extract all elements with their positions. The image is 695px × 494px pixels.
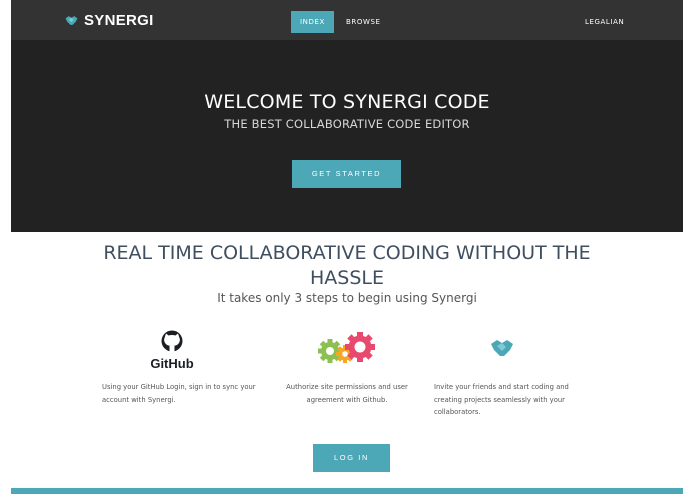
top-nav: SYNERGI INDEX BROWSE LEGALIAN bbox=[11, 0, 683, 40]
nav-item-browse[interactable]: BROWSE bbox=[346, 11, 381, 33]
footer-accent-bar bbox=[11, 488, 683, 494]
hero-subtitle: THE BEST COLLABORATIVE CODE EDITOR bbox=[224, 117, 470, 131]
feature-step-2-text: Authorize site permissions and user agre… bbox=[286, 383, 408, 404]
features-title: REAL TIME COLLABORATIVE CODING WITHOUT T… bbox=[103, 242, 591, 289]
github-wordmark: GitHub bbox=[150, 356, 193, 371]
get-started-button[interactable]: GET STARTED bbox=[292, 160, 401, 188]
gears-icon bbox=[316, 331, 378, 367]
feature-step-3-text: Invite your friends and start coding and… bbox=[434, 383, 569, 416]
brand[interactable]: SYNERGI bbox=[65, 10, 154, 30]
nav-item-index[interactable]: INDEX bbox=[291, 11, 334, 33]
handshake-icon bbox=[490, 338, 514, 358]
hero: WELCOME TO SYNERGI CODE THE BEST COLLABO… bbox=[11, 40, 683, 232]
log-in-button[interactable]: LOG IN bbox=[313, 444, 390, 472]
nav-user-menu[interactable]: LEGALIAN bbox=[585, 11, 624, 33]
hero-title: WELCOME TO SYNERGI CODE bbox=[204, 91, 490, 113]
github-icon: GitHub bbox=[149, 329, 195, 371]
brand-name: SYNERGI bbox=[84, 11, 154, 29]
features-subtitle: It takes only 3 steps to begin using Syn… bbox=[217, 291, 477, 305]
page: SYNERGI INDEX BROWSE LEGALIAN WELCOME TO… bbox=[11, 0, 683, 494]
feature-step-1-text: Using your GitHub Login, sign in to sync… bbox=[102, 383, 256, 404]
handshake-logo-icon bbox=[65, 15, 78, 25]
